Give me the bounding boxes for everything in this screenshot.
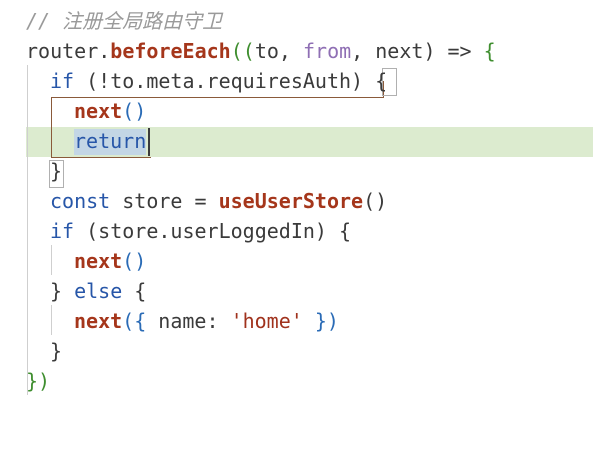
token: }	[50, 279, 63, 303]
code-line[interactable]: }	[0, 156, 593, 186]
token: ((	[230, 39, 255, 63]
token: useUserStore	[218, 189, 364, 213]
code-line[interactable]: if (!to.meta.requiresAuth) {	[0, 66, 593, 96]
code-line[interactable]: next()	[0, 96, 593, 126]
token: {	[375, 69, 388, 93]
code-line[interactable]: router.beforeEach((to, from, next) => {	[0, 36, 593, 66]
code-line[interactable]: if (store.userLoggedIn) {	[0, 216, 593, 246]
token: :	[206, 309, 231, 333]
token: store =	[110, 189, 219, 213]
token: ()	[122, 249, 147, 273]
token: next	[375, 39, 424, 63]
code-line[interactable]: }	[0, 336, 593, 366]
code-editor[interactable]: // 注册全局路由守卫 router.beforeEach((to, from,…	[0, 0, 593, 410]
token: {	[483, 39, 496, 63]
token: (store.userLoggedIn)	[74, 219, 339, 243]
token: }	[50, 339, 63, 363]
token: name	[158, 309, 207, 333]
token: const	[50, 189, 111, 213]
token: })	[26, 369, 51, 393]
token: router	[26, 39, 99, 63]
token: if	[50, 69, 75, 93]
code-line[interactable]: next()	[0, 246, 593, 276]
token: from	[303, 39, 352, 63]
code-line[interactable]: // 注册全局路由守卫	[0, 6, 593, 36]
token: }	[50, 159, 63, 183]
token: ) =>	[423, 39, 484, 63]
token: {	[134, 279, 147, 303]
token: ({	[122, 309, 159, 333]
token: beforeEach	[110, 39, 231, 63]
token: })	[302, 309, 339, 333]
code-line[interactable]: next({ name: 'home' })	[0, 306, 593, 336]
code-line[interactable]: return	[0, 126, 593, 156]
token: else	[62, 279, 135, 303]
code-comment: // 注册全局路由守卫	[26, 9, 223, 33]
token: next	[74, 309, 123, 333]
token: ()	[122, 99, 147, 123]
token: (!to.meta.requiresAuth)	[74, 69, 376, 93]
code-line[interactable]: const store = useUserStore()	[0, 186, 593, 216]
code-line[interactable]: } else {	[0, 276, 593, 306]
token: {	[339, 219, 352, 243]
token: return	[74, 129, 147, 153]
token: if	[50, 219, 75, 243]
token: 'home'	[230, 309, 303, 333]
token: ,	[278, 39, 303, 63]
code-line[interactable]: })	[0, 366, 593, 396]
token: to	[254, 39, 279, 63]
token: .	[98, 39, 111, 63]
token: ,	[351, 39, 376, 63]
token: ()	[363, 189, 388, 213]
token: next	[74, 249, 123, 273]
token: next	[74, 99, 123, 123]
